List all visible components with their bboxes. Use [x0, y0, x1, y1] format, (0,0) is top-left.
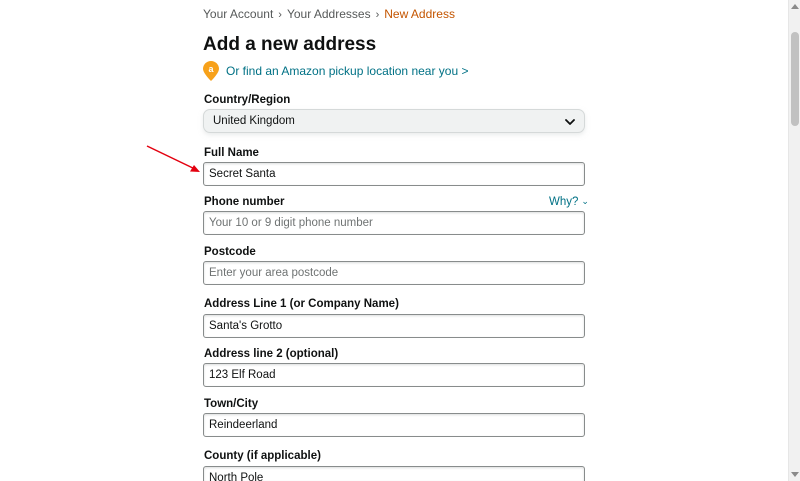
country-select-value: United Kingdom	[213, 115, 295, 127]
postcode-placeholder: Enter your area postcode	[209, 267, 339, 279]
address-line1-label: Address Line 1 (or Company Name)	[204, 298, 399, 310]
breadcrumb-your-addresses[interactable]: Your Addresses	[287, 7, 371, 21]
phone-label: Phone number	[204, 196, 285, 208]
address-line2-value: 123 Elf Road	[209, 369, 276, 381]
scroll-down-arrow-icon[interactable]	[791, 472, 799, 478]
postcode-label: Postcode	[204, 246, 256, 258]
pickup-location-link[interactable]: Or find an Amazon pickup location near y…	[226, 64, 468, 78]
breadcrumb-your-account[interactable]: Your Account	[203, 7, 273, 21]
amazon-location-pin-icon: a	[203, 61, 219, 81]
town-city-input[interactable]: Reindeerland	[203, 413, 585, 437]
full-name-input[interactable]: Secret Santa	[203, 162, 585, 186]
page-scrollbar[interactable]	[788, 0, 800, 481]
pickup-location-row: a Or find an Amazon pickup location near…	[203, 61, 468, 81]
breadcrumb-separator: ›	[375, 9, 380, 21]
address-line2-label: Address line 2 (optional)	[204, 348, 339, 360]
breadcrumb-separator: ›	[278, 9, 282, 21]
full-name-label: Full Name	[204, 147, 259, 159]
country-select[interactable]: United Kingdom	[203, 109, 585, 133]
breadcrumb-new-address: New Address	[384, 7, 455, 21]
phone-input[interactable]: Your 10 or 9 digit phone number	[203, 211, 585, 235]
why-label: Why?	[549, 196, 579, 208]
page-title: Add a new address	[203, 34, 377, 55]
scrollbar-thumb[interactable]	[791, 32, 799, 126]
phone-placeholder: Your 10 or 9 digit phone number	[209, 217, 373, 229]
county-label: County (if applicable)	[204, 450, 321, 462]
address-line1-input[interactable]: Santa's Grotto	[203, 314, 585, 338]
county-input[interactable]: North Pole	[203, 466, 585, 481]
chevron-down-icon: ⌄	[581, 196, 589, 206]
address-line2-input[interactable]: 123 Elf Road	[203, 363, 585, 387]
red-arrow-icon	[146, 145, 200, 172]
county-value: North Pole	[209, 472, 264, 481]
phone-why-link[interactable]: Why? ⌄	[549, 196, 589, 208]
full-name-value: Secret Santa	[209, 168, 276, 180]
scroll-up-arrow-icon[interactable]	[791, 3, 799, 9]
address-line1-value: Santa's Grotto	[209, 320, 283, 332]
breadcrumb: Your Account › Your Addresses › New Address	[203, 7, 455, 21]
postcode-input[interactable]: Enter your area postcode	[203, 261, 585, 285]
country-label: Country/Region	[204, 94, 291, 106]
chevron-down-icon	[565, 119, 575, 125]
town-city-label: Town/City	[204, 398, 259, 410]
town-city-value: Reindeerland	[209, 419, 278, 431]
